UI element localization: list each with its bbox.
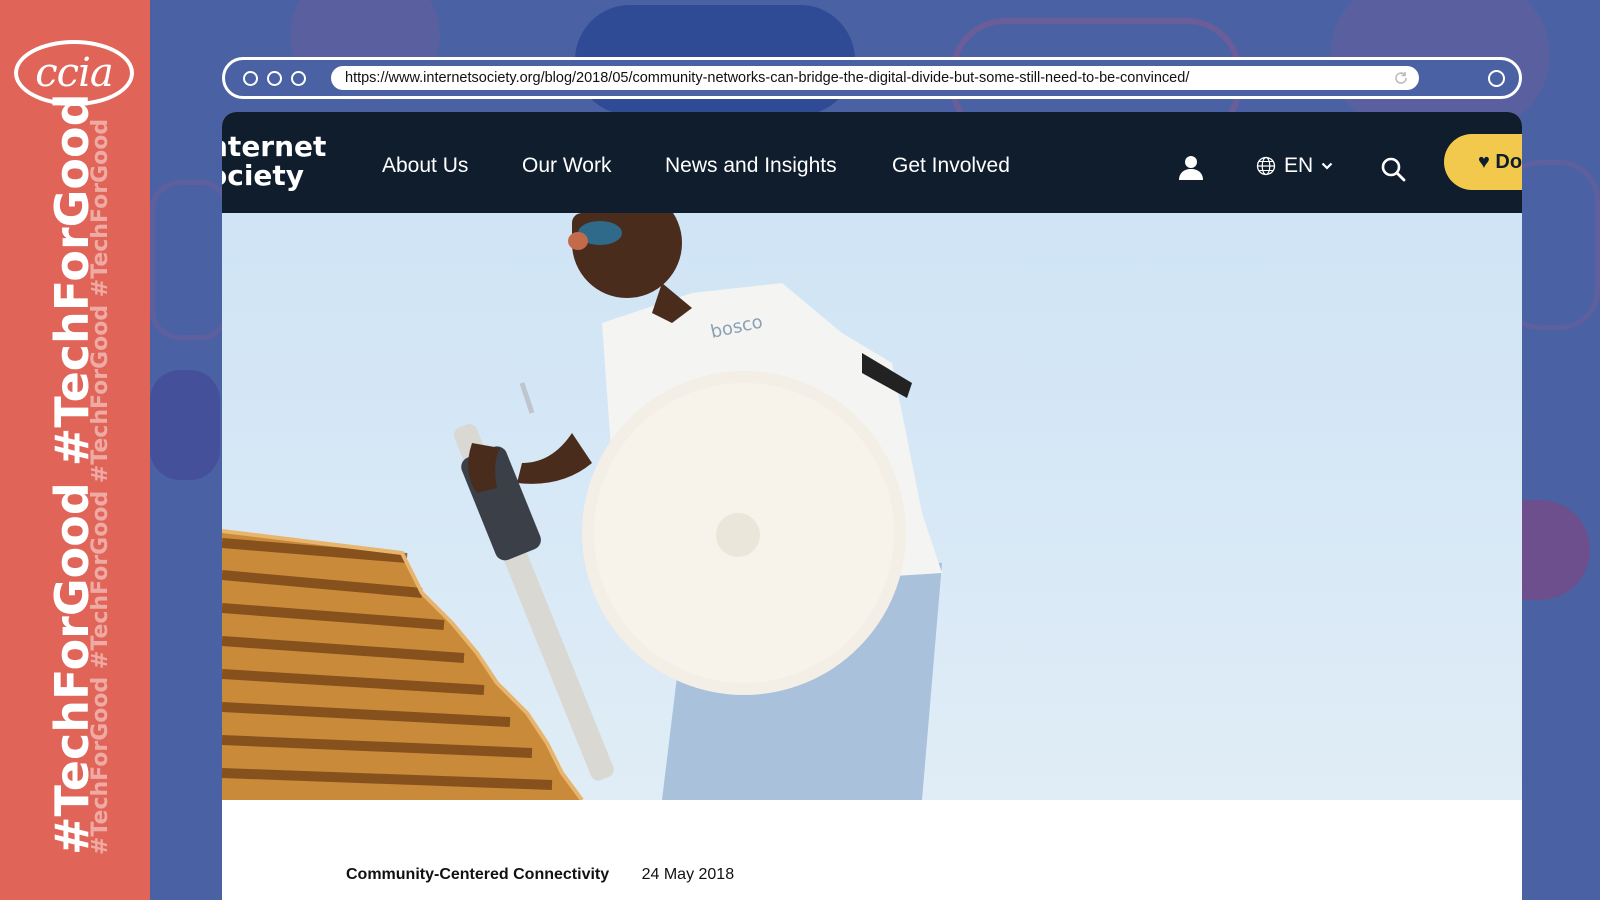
logo-line-2: ociety [222, 159, 305, 192]
article-meta: Community-Centered Connectivity 24 May 2… [346, 866, 734, 884]
logo-line-1: nternet [222, 130, 327, 163]
chevron-down-icon [1321, 162, 1333, 170]
article-date: 24 May 2018 [641, 866, 735, 883]
window-control-dot[interactable] [243, 71, 258, 86]
nav-about-us[interactable]: About Us [382, 154, 468, 178]
address-input[interactable]: https://www.internetsociety.org/blog/201… [331, 66, 1419, 90]
brand-sidebar: ccia #TechForGood #TechForGood #TechForG… [0, 0, 150, 900]
browser-viewport: nternet ociety About Us Our Work News an… [222, 112, 1522, 900]
globe-icon [1256, 156, 1276, 176]
article-category-link[interactable]: Community-Centered Connectivity [346, 866, 609, 883]
nav-news-insights[interactable]: News and Insights [665, 154, 837, 178]
window-control-dot[interactable] [267, 71, 282, 86]
donate-button[interactable]: ♥ Do [1444, 134, 1522, 190]
browser-menu-dot[interactable] [1488, 70, 1505, 87]
user-icon[interactable] [1178, 154, 1204, 180]
reload-icon[interactable] [1393, 70, 1409, 86]
bg-shape [150, 370, 220, 480]
nav-our-work[interactable]: Our Work [522, 154, 611, 178]
hero-photo-illustration: bosco [222, 188, 942, 802]
url-text: https://www.internetsociety.org/blog/201… [345, 70, 1190, 86]
window-control-dot[interactable] [291, 71, 306, 86]
site-logo[interactable]: nternet ociety [222, 132, 326, 190]
nav-get-involved[interactable]: Get Involved [892, 154, 1010, 178]
search-icon[interactable] [1380, 156, 1406, 182]
browser-url-bar: https://www.internetsociety.org/blog/201… [222, 57, 1522, 99]
language-selector[interactable]: EN [1256, 154, 1333, 178]
site-header: nternet ociety About Us Our Work News an… [222, 112, 1522, 213]
hero-image: bosco [222, 188, 1522, 802]
bg-shape [150, 180, 230, 340]
language-label: EN [1284, 154, 1314, 177]
hashtag-secondary: #TechForGood #TechForGood #TechForGood #… [88, 118, 113, 855]
